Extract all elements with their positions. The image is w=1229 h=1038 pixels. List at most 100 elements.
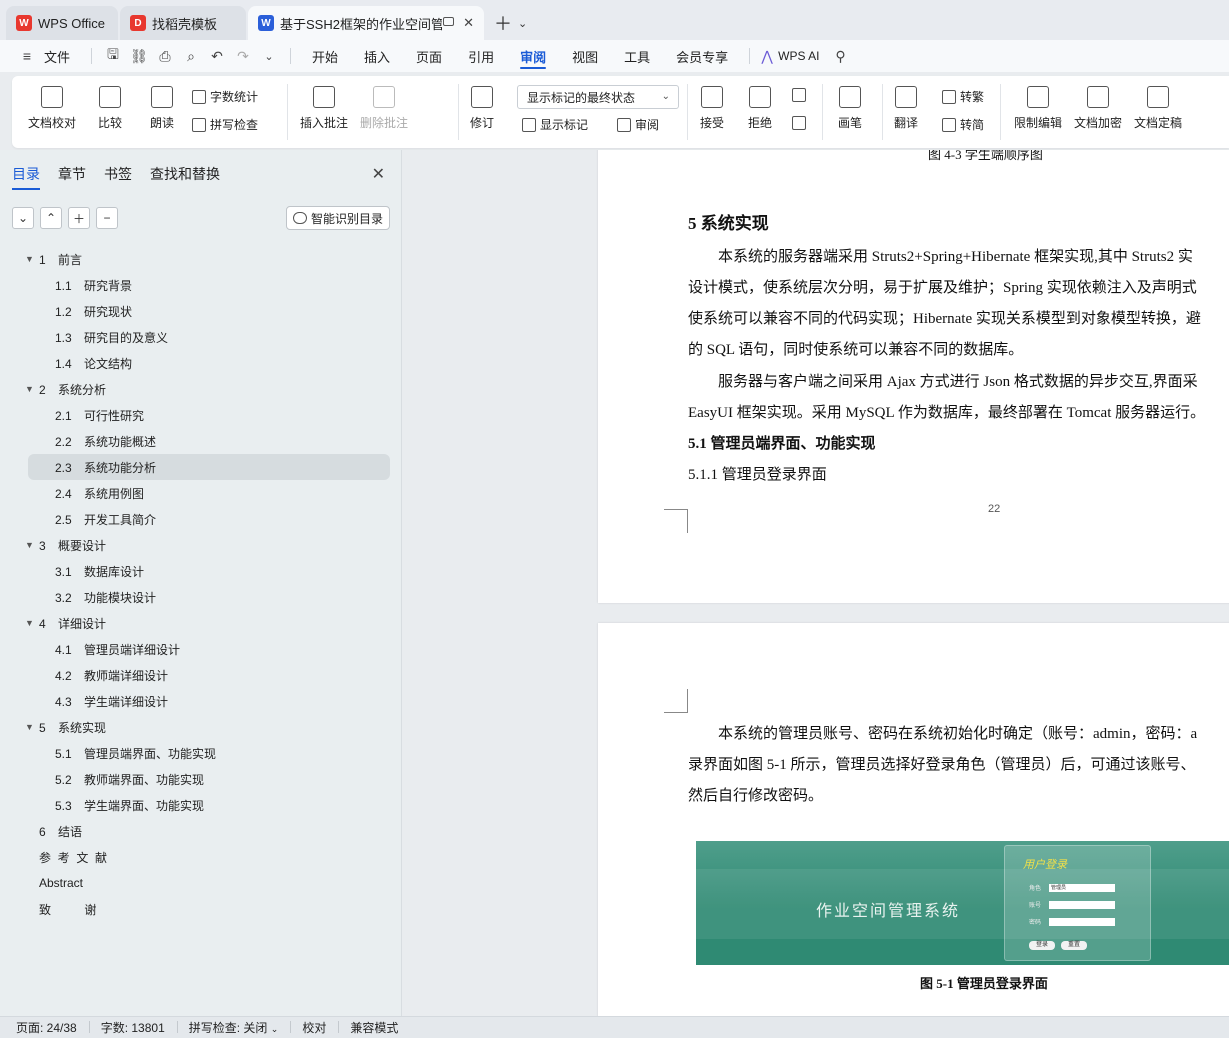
- spell-check-toggle[interactable]: 拼写检查: 关闭 ⌄: [176, 1019, 278, 1036]
- tab-current-document[interactable]: W 基于SSH2框架的作业空间管理 ✕: [248, 6, 484, 40]
- menu-file[interactable]: 文件: [40, 40, 83, 72]
- collapse-arrow-icon[interactable]: ▼: [25, 540, 34, 550]
- collapse-arrow-icon[interactable]: ▼: [25, 384, 34, 394]
- toc-item[interactable]: 1.1 研究背景: [0, 272, 402, 298]
- chevron-down-icon[interactable]: ⌄: [12, 207, 34, 229]
- chevron-down-icon[interactable]: ⌄: [518, 17, 527, 30]
- menu-tools[interactable]: 工具: [611, 40, 663, 72]
- proofread-indicator[interactable]: 校对: [290, 1019, 326, 1036]
- compare-button[interactable]: 比较: [98, 86, 122, 131]
- doc-check-button[interactable]: 文档校对: [28, 86, 76, 131]
- document-page[interactable]: 图 4-3 学生端顺序图 5 系统实现 本系统的服务器端采用 Struts2+S…: [598, 150, 1229, 603]
- print-preview-icon[interactable]: ⌕: [178, 40, 204, 72]
- smart-toc-button[interactable]: 智能识别目录: [286, 206, 390, 230]
- wps-ai-icon[interactable]: ⋀: [758, 40, 776, 72]
- page-indicator[interactable]: 页面: 24/38: [16, 1019, 77, 1036]
- read-aloud-button[interactable]: 朗读: [150, 86, 174, 131]
- paragraph-line: 然后自行修改密码。: [688, 788, 824, 804]
- link-icon[interactable]: ⛓: [126, 40, 152, 72]
- toc-item[interactable]: 致 谢: [0, 896, 402, 922]
- margin-mark: [664, 509, 688, 533]
- toc-item[interactable]: 5.2 教师端界面、功能实现: [0, 766, 402, 792]
- reject-button[interactable]: 拒绝: [748, 86, 772, 131]
- toc-item[interactable]: 1.2 研究现状: [0, 298, 402, 324]
- toc-item[interactable]: ▼ 5 系统实现: [0, 714, 402, 740]
- toc-item[interactable]: ▼ 2 系统分析: [0, 376, 402, 402]
- menu-references[interactable]: 引用: [455, 40, 507, 72]
- toc-item[interactable]: 1.3 研究目的及意义: [0, 324, 402, 350]
- chevron-up-icon[interactable]: ⌃: [40, 207, 62, 229]
- save-icon[interactable]: 🖫: [100, 40, 126, 72]
- to-simplified-button[interactable]: 转简: [942, 116, 984, 133]
- insert-comment-button[interactable]: 插入批注: [300, 86, 348, 131]
- toc-item[interactable]: 4.2 教师端详细设计: [0, 662, 402, 688]
- toc-item[interactable]: 2.2 系统功能概述: [0, 428, 402, 454]
- review-pane-button[interactable]: 审阅: [617, 116, 659, 133]
- to-traditional-button[interactable]: 转繁: [942, 88, 984, 105]
- menu-insert[interactable]: 插入: [351, 40, 403, 72]
- undo-icon[interactable]: ↶: [204, 40, 230, 72]
- tab-find-replace[interactable]: 查找和替换: [150, 164, 220, 190]
- toc-item[interactable]: 参 考 文 献: [0, 844, 402, 870]
- markup-state-dropdown[interactable]: 显示标记的最终状态 ⌄: [517, 85, 679, 109]
- tab-toc[interactable]: 目录: [12, 164, 40, 190]
- toc-item[interactable]: 4.3 学生端详细设计: [0, 688, 402, 714]
- toc-item[interactable]: 2.5 开发工具简介: [0, 506, 402, 532]
- close-panel-icon[interactable]: ✕: [372, 164, 385, 184]
- menu-review[interactable]: 审阅: [507, 40, 559, 72]
- collapse-arrow-icon[interactable]: ▼: [25, 254, 34, 264]
- tab-bookmarks[interactable]: 书签: [104, 164, 132, 190]
- previous-change-button[interactable]: [792, 88, 810, 102]
- toc-item[interactable]: 2.4 系统用例图: [0, 480, 402, 506]
- print-icon[interactable]: ⎙: [152, 40, 178, 72]
- next-change-button[interactable]: [792, 116, 810, 130]
- toc-item[interactable]: Abstract: [0, 870, 402, 896]
- tab-sections[interactable]: 章节: [58, 164, 86, 190]
- menu-home[interactable]: 开始: [299, 40, 351, 72]
- toc-item[interactable]: 3.1 数据库设计: [0, 558, 402, 584]
- toc-item[interactable]: 5.3 学生端界面、功能实现: [0, 792, 402, 818]
- show-markup-button[interactable]: 显示标记: [522, 116, 588, 133]
- toc-item[interactable]: 1.4 论文结构: [0, 350, 402, 376]
- delete-comment-button[interactable]: 删除批注: [360, 86, 408, 131]
- doc-encrypt-button[interactable]: 文档加密: [1074, 86, 1122, 131]
- monitor-icon[interactable]: [443, 17, 454, 26]
- translate-button[interactable]: 翻译: [894, 86, 918, 131]
- menu-member[interactable]: 会员专享: [663, 40, 741, 72]
- toc-item[interactable]: 3.2 功能模块设计: [0, 584, 402, 610]
- close-tab-icon[interactable]: ✕: [463, 15, 474, 31]
- toc-item[interactable]: 6 结语: [0, 818, 402, 844]
- document-canvas[interactable]: 图 4-3 学生端顺序图 5 系统实现 本系统的服务器端采用 Struts2+S…: [403, 150, 1229, 1016]
- pen-button[interactable]: 画笔: [838, 86, 862, 131]
- accept-button[interactable]: 接受: [700, 86, 724, 131]
- plus-icon[interactable]: ＋: [494, 10, 512, 36]
- spell-check-button[interactable]: 拼写检查: [192, 116, 258, 133]
- more-chevron-icon[interactable]: ⌄: [256, 40, 282, 72]
- doc-finalize-button[interactable]: 文档定稿: [1134, 86, 1182, 131]
- new-tab-button[interactable]: ＋ ⌄: [494, 6, 527, 40]
- toc-item[interactable]: ▼ 4 详细设计: [0, 610, 402, 636]
- restrict-edit-button[interactable]: 限制编辑: [1014, 86, 1062, 131]
- minus-icon[interactable]: −: [96, 207, 118, 229]
- menu-view[interactable]: 视图: [559, 40, 611, 72]
- toc-item[interactable]: 5.1 管理员端界面、功能实现: [0, 740, 402, 766]
- tab-docer-templates[interactable]: D 找稻壳模板: [120, 6, 246, 40]
- hamburger-menu-icon[interactable]: ≡: [14, 40, 40, 72]
- word-count-indicator[interactable]: 字数: 13801: [88, 1019, 165, 1036]
- toc-item[interactable]: 2.3 系统功能分析: [28, 454, 390, 480]
- redo-icon[interactable]: ↷: [230, 40, 256, 72]
- menu-page[interactable]: 页面: [403, 40, 455, 72]
- word-count-button[interactable]: 字数统计: [192, 88, 258, 105]
- tab-wps-office[interactable]: W WPS Office: [6, 6, 118, 40]
- collapse-arrow-icon[interactable]: ▼: [25, 618, 34, 628]
- toc-item[interactable]: ▼ 1 前言: [0, 246, 402, 272]
- search-icon[interactable]: ⚲: [827, 40, 853, 72]
- toc-item[interactable]: 4.1 管理员端详细设计: [0, 636, 402, 662]
- toc-item[interactable]: 2.1 可行性研究: [0, 402, 402, 428]
- document-page[interactable]: 本系统的管理员账号、密码在系统初始化时确定（账号：admin，密码：a 录界面如…: [598, 623, 1229, 1016]
- collapse-arrow-icon[interactable]: ▼: [25, 722, 34, 732]
- revise-button[interactable]: 修订: [470, 86, 494, 131]
- menu-wps-ai[interactable]: WPS AI: [776, 40, 827, 72]
- toc-item[interactable]: ▼ 3 概要设计: [0, 532, 402, 558]
- plus-icon[interactable]: ＋: [68, 207, 90, 229]
